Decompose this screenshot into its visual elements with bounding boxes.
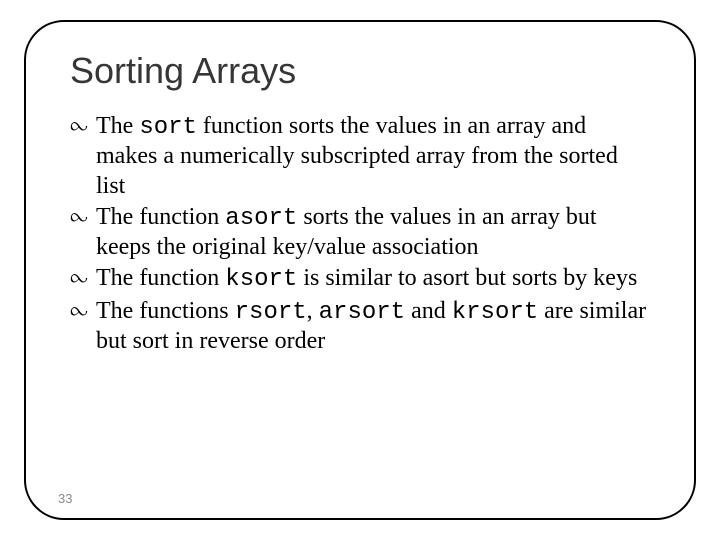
text-run: The functions	[96, 298, 235, 324]
bullet-icon: ⧜	[70, 203, 88, 229]
code-run: sort	[139, 114, 197, 141]
item-text: The function ksort is similar to asort b…	[96, 265, 637, 291]
code-run: arsort	[319, 299, 405, 326]
code-run: asort	[225, 205, 297, 232]
list-item: ⧜ The functions rsort, arsort and krsort…	[70, 297, 650, 357]
text-run: is similar to asort but sorts by keys	[297, 265, 637, 291]
code-run: krsort	[452, 299, 538, 326]
text-run: and	[405, 298, 452, 324]
text-run: The	[96, 113, 139, 139]
bullet-icon: ⧜	[70, 112, 88, 138]
code-run: ksort	[225, 266, 297, 293]
text-run: ,	[307, 298, 319, 324]
text-run: The function	[96, 265, 225, 291]
list-item: ⧜ The function asort sorts the values in…	[70, 203, 650, 263]
list-item: ⧜ The sort function sorts the values in …	[70, 112, 650, 201]
slide-body: ⧜ The sort function sorts the values in …	[70, 112, 650, 356]
slide-frame: Sorting Arrays ⧜ The sort function sorts…	[24, 20, 696, 520]
code-run: rsort	[235, 299, 307, 326]
slide-title: Sorting Arrays	[70, 50, 650, 92]
item-text: The functions rsort, arsort and krsort a…	[96, 298, 646, 354]
item-text: The function asort sorts the values in a…	[96, 204, 597, 260]
slide: Sorting Arrays ⧜ The sort function sorts…	[0, 0, 720, 540]
text-run: The function	[96, 204, 225, 230]
item-text: The sort function sorts the values in an…	[96, 113, 618, 199]
page-number: 33	[58, 491, 72, 506]
list-item: ⧜ The function ksort is similar to asort…	[70, 264, 650, 294]
bullet-icon: ⧜	[70, 264, 88, 290]
bullet-icon: ⧜	[70, 297, 88, 323]
